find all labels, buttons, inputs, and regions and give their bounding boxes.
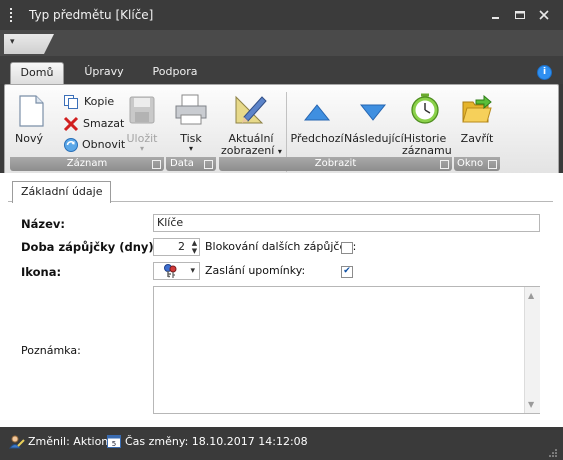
- close-button[interactable]: [535, 6, 553, 24]
- svg-text:5: 5: [112, 440, 116, 448]
- save-icon: [129, 96, 155, 124]
- info-icon[interactable]: i: [537, 65, 552, 80]
- new-label: Nový: [15, 132, 43, 145]
- application-window: Typ předmětu [Klíče] ▾ Domů Úpravy Podpo…: [0, 0, 563, 460]
- group-okno: Zavřít Okno: [454, 88, 500, 171]
- changed-by-text: Změnil: Aktion: [28, 435, 109, 448]
- copy-icon: [64, 95, 78, 109]
- save-button[interactable]: Uložit ▾: [124, 90, 160, 154]
- new-document-icon: [19, 95, 44, 127]
- dialog-launcher-icon[interactable]: [488, 160, 497, 169]
- new-button[interactable]: Nový: [10, 90, 48, 152]
- next-label: Následující: [344, 132, 404, 145]
- quick-access-menu-button[interactable]: ▾: [4, 34, 54, 54]
- note-scrollbar[interactable]: ▲ ▼: [524, 287, 540, 413]
- print-dropdown-icon: ▾: [188, 144, 193, 153]
- previous-label: Předchozí: [290, 132, 344, 145]
- clock-icon: [411, 93, 439, 124]
- maximize-icon: [515, 11, 525, 19]
- dialog-launcher-icon[interactable]: [440, 160, 449, 169]
- ribbon-panel: Nový Kopie Smazat Obnovit Uložit ▾ Zázna…: [4, 84, 559, 175]
- delete-icon: [63, 116, 79, 132]
- group-okno-footer: Okno: [454, 157, 500, 171]
- dropdown-arrow-icon: ▾: [277, 147, 282, 156]
- tab-podpora[interactable]: Podpora: [148, 62, 202, 84]
- refresh-icon: [64, 138, 78, 152]
- group-zaznam-footer: Záznam: [10, 157, 164, 171]
- arrow-down-icon: [359, 104, 387, 121]
- changed-time-text: Čas změny: 18.10.2017 14:12:08: [125, 435, 308, 448]
- user-edit-icon: [9, 435, 25, 449]
- dropdown-arrow-icon: ▾: [10, 37, 15, 47]
- close-window-label: Zavřít: [460, 132, 494, 145]
- delete-label: Smazat: [83, 117, 125, 130]
- detail-panel: Název: Klíče Doba zápůjčky (dny): 2 ▲ ▼ B…: [8, 201, 553, 423]
- group-data: Tisk ▾ Data: [166, 88, 216, 171]
- next-button[interactable]: Následující: [344, 90, 404, 154]
- copy-label: Kopie: [84, 95, 115, 108]
- scroll-down-icon[interactable]: ▼: [528, 400, 534, 409]
- history-label-2: záznamu: [402, 144, 452, 157]
- maximize-button[interactable]: [511, 6, 529, 24]
- open-folder-icon: [462, 95, 492, 123]
- icon-select[interactable]: ▾: [153, 262, 200, 280]
- resize-grip-icon[interactable]: [549, 447, 557, 457]
- refresh-button[interactable]: Obnovit: [57, 136, 125, 154]
- group-zobrazit-label: Zobrazit: [314, 158, 357, 169]
- dropdown-arrow-icon: ▾: [190, 266, 195, 276]
- group-zaznam: Nový Kopie Smazat Obnovit Uložit ▾ Zázna…: [10, 88, 164, 171]
- arrow-up-icon: [303, 104, 331, 121]
- delete-button[interactable]: Smazat: [57, 115, 125, 133]
- save-dropdown-icon: ▾: [139, 144, 144, 153]
- loan-duration-spinner[interactable]: ▲ ▼: [190, 239, 199, 255]
- printer-icon: [175, 94, 207, 125]
- note-field[interactable]: [153, 286, 540, 414]
- current-view-button[interactable]: Aktuální zobrazení ▾: [221, 90, 282, 157]
- name-field[interactable]: Klíče: [153, 214, 540, 232]
- checkmark-icon: ✔: [343, 266, 351, 276]
- group-data-footer: Data: [166, 157, 216, 171]
- group-zaznam-label: Záznam: [66, 158, 108, 169]
- ruler-pencil-icon: [235, 95, 267, 124]
- close-window-button[interactable]: Zavřít: [456, 90, 498, 154]
- current-view-label-text: zobrazení: [221, 144, 275, 157]
- loan-duration-label: Doba zápůjčky (dny):: [21, 240, 159, 254]
- send-reminder-label: Zaslání upomínky:: [205, 264, 306, 277]
- current-view-label-2: zobrazení ▾: [221, 144, 282, 157]
- title-bar: Typ předmětu [Klíče]: [0, 0, 563, 30]
- window-title: Typ předmětu [Klíče]: [29, 8, 154, 22]
- block-loans-checkbox[interactable]: [341, 242, 353, 254]
- previous-button[interactable]: Předchozí: [290, 90, 344, 154]
- refresh-label: Obnovit: [82, 138, 126, 151]
- window-grip-icon[interactable]: [10, 8, 12, 22]
- scroll-up-icon[interactable]: ▲: [528, 291, 534, 300]
- calendar-icon: 5: [107, 435, 121, 448]
- copy-button[interactable]: Kopie: [57, 94, 117, 112]
- block-loans-label: Blokování dalších zápůjček:: [205, 240, 357, 253]
- send-reminder-checkbox[interactable]: ✔: [341, 266, 353, 278]
- tab-domu[interactable]: Domů: [10, 62, 64, 85]
- icon-label: Ikona:: [21, 265, 62, 279]
- keys-icon: [164, 264, 177, 278]
- content-area: Základní údaje Název: Klíče Doba zápůjčk…: [0, 173, 563, 427]
- name-label: Název:: [21, 217, 65, 231]
- dialog-launcher-icon[interactable]: [152, 160, 161, 169]
- group-zobrazit-footer: Zobrazit: [219, 157, 452, 171]
- minimize-icon: [492, 17, 499, 19]
- group-okno-label: Okno: [457, 158, 484, 169]
- close-icon: [539, 10, 549, 20]
- print-button[interactable]: Tisk ▾: [170, 90, 212, 154]
- history-button[interactable]: Historie záznamu: [402, 90, 452, 157]
- status-bar: Změnil: Aktion 5 Čas změny: 18.10.2017 1…: [0, 427, 563, 460]
- group-data-label: Data: [170, 158, 194, 169]
- note-label: Poznámka:: [21, 344, 81, 357]
- dialog-launcher-icon[interactable]: [204, 160, 213, 169]
- group-zobrazit: Aktuální zobrazení ▾ Předchozí Následují…: [219, 88, 452, 172]
- ribbon-tab-bar: Domů Úpravy Podpora i: [0, 56, 563, 85]
- quick-access-toolbar: ▾: [0, 30, 563, 56]
- minimize-button[interactable]: [487, 6, 505, 24]
- tab-zakladni-udaje[interactable]: Základní údaje: [12, 181, 112, 203]
- tab-upravy[interactable]: Úpravy: [76, 62, 132, 84]
